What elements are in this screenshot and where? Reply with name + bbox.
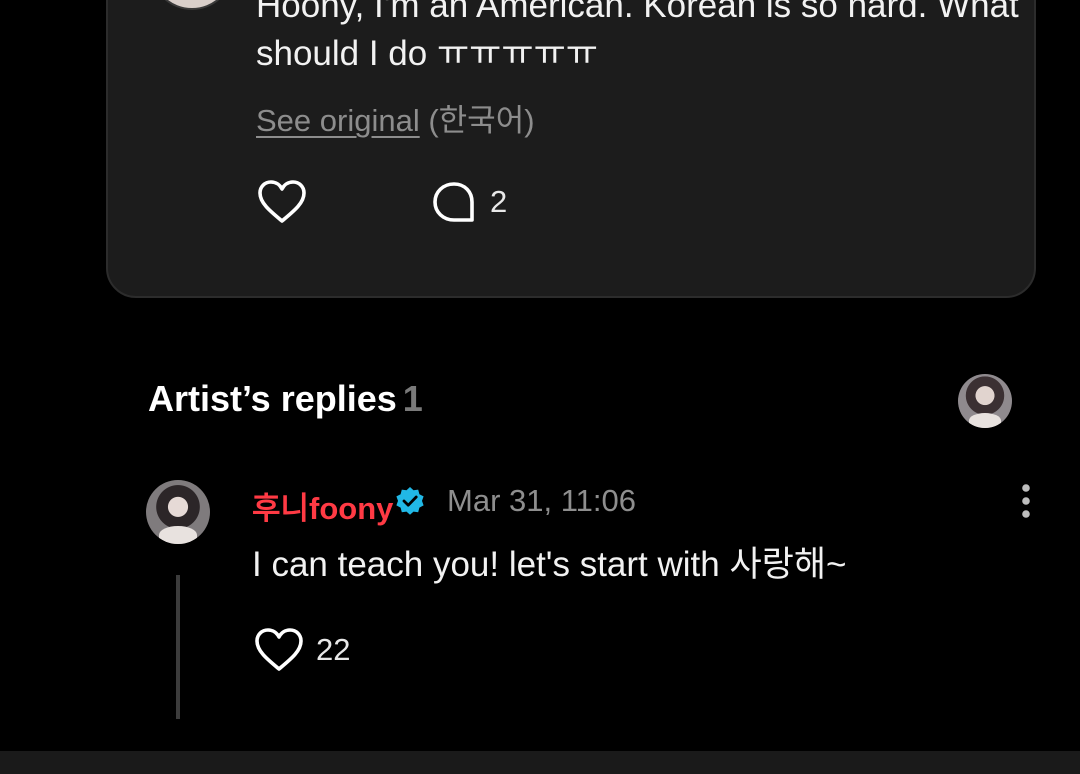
- more-vertical-icon: [1022, 484, 1030, 518]
- see-original: See original (한국어): [256, 95, 535, 140]
- thread-line: [176, 575, 180, 719]
- avatar-shirt: [968, 412, 1002, 428]
- post-body-text: Hoony, I'm an American. Korean is so har…: [256, 0, 1019, 73]
- artist-reply-screen: Hoony, I'm an American. Korean is so har…: [0, 0, 1080, 774]
- see-original-link[interactable]: See original: [256, 103, 420, 138]
- artist-replies-title: Artist’s replies: [148, 378, 397, 419]
- speech-bubble-icon: [433, 182, 474, 222]
- bottom-bar: [0, 751, 1080, 774]
- fan-post-card: Hoony, I'm an American. Korean is so har…: [106, 0, 1036, 298]
- heart-outline-icon: [255, 628, 303, 671]
- post-like-button[interactable]: [256, 178, 308, 226]
- artist-replies-count: 1: [402, 378, 423, 419]
- more-options-button[interactable]: [1010, 482, 1042, 522]
- fan-avatar[interactable]: [150, 0, 234, 10]
- reply-author-name[interactable]: 후니foony: [252, 483, 393, 528]
- artist-avatar-small[interactable]: [958, 374, 1012, 428]
- reply-text: I can teach you! let's start with 사랑해~: [252, 545, 847, 584]
- reply-timestamp: Mar 31, 11:06: [447, 483, 636, 518]
- comment-count: 2: [490, 184, 508, 219]
- verified-badge-icon: [395, 486, 425, 516]
- heart-outline-icon: [258, 180, 306, 223]
- post-comment-button[interactable]: [430, 179, 478, 227]
- reply-like-count: 22: [316, 632, 351, 667]
- reply-like-button[interactable]: [253, 626, 305, 674]
- artist-replies-header: Artist’s replies 1: [148, 378, 423, 420]
- avatar-shirt: [158, 526, 198, 544]
- reply-author-avatar[interactable]: [146, 480, 210, 544]
- original-language-label: (한국어): [428, 103, 535, 138]
